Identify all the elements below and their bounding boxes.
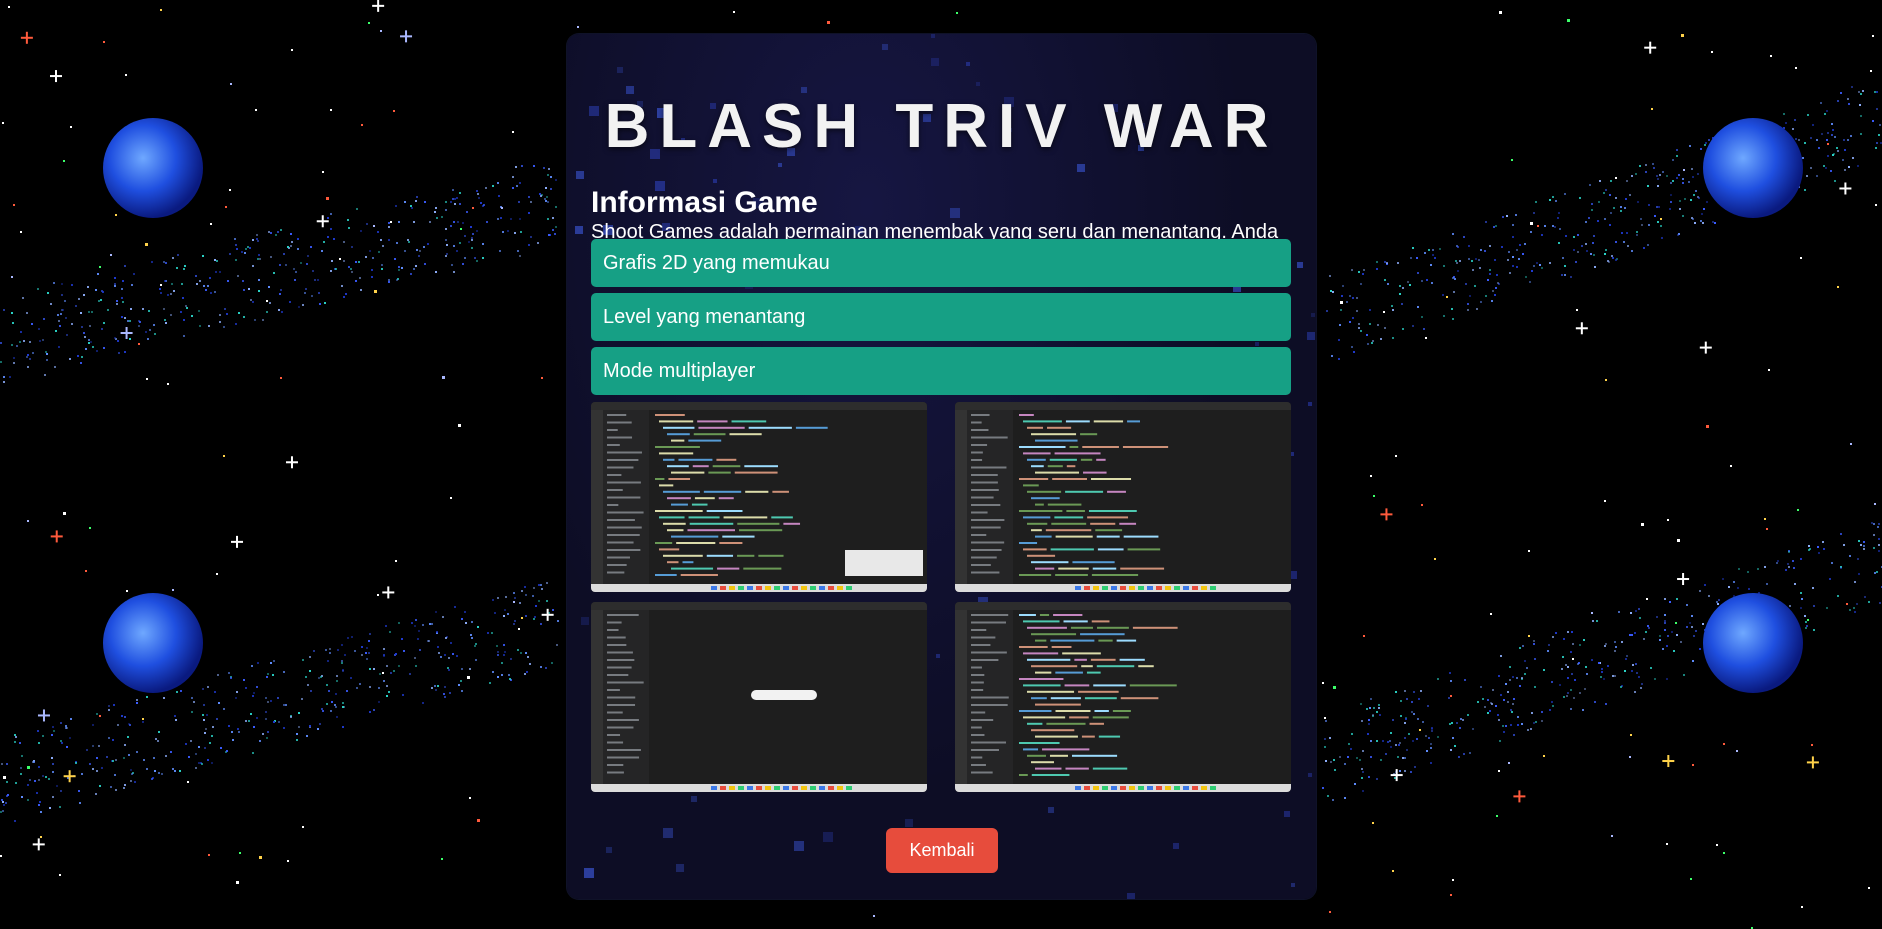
info-heading: Informasi Game (591, 186, 818, 219)
code-editor-screenshot-icon (591, 402, 927, 592)
game-info-panel: BLASH TRIV WAR Informasi Game Shoot Game… (567, 34, 1316, 899)
feature-item-graphics: Grafis 2D yang memukau (591, 239, 1291, 287)
screenshot-4[interactable] (955, 602, 1291, 792)
game-title: BLASH TRIV WAR (604, 92, 1279, 161)
code-editor-screenshot-icon (591, 602, 927, 792)
code-editor-screenshot-icon (955, 602, 1291, 792)
feature-item-multiplayer: Mode multiplayer (591, 347, 1291, 395)
code-editor-screenshot-icon (955, 402, 1291, 592)
feature-item-levels: Level yang menantang (591, 293, 1291, 341)
screenshot-3[interactable] (591, 602, 927, 792)
screenshot-1[interactable] (591, 402, 927, 592)
screenshot-2[interactable] (955, 402, 1291, 592)
back-button[interactable]: Kembali (886, 828, 998, 873)
